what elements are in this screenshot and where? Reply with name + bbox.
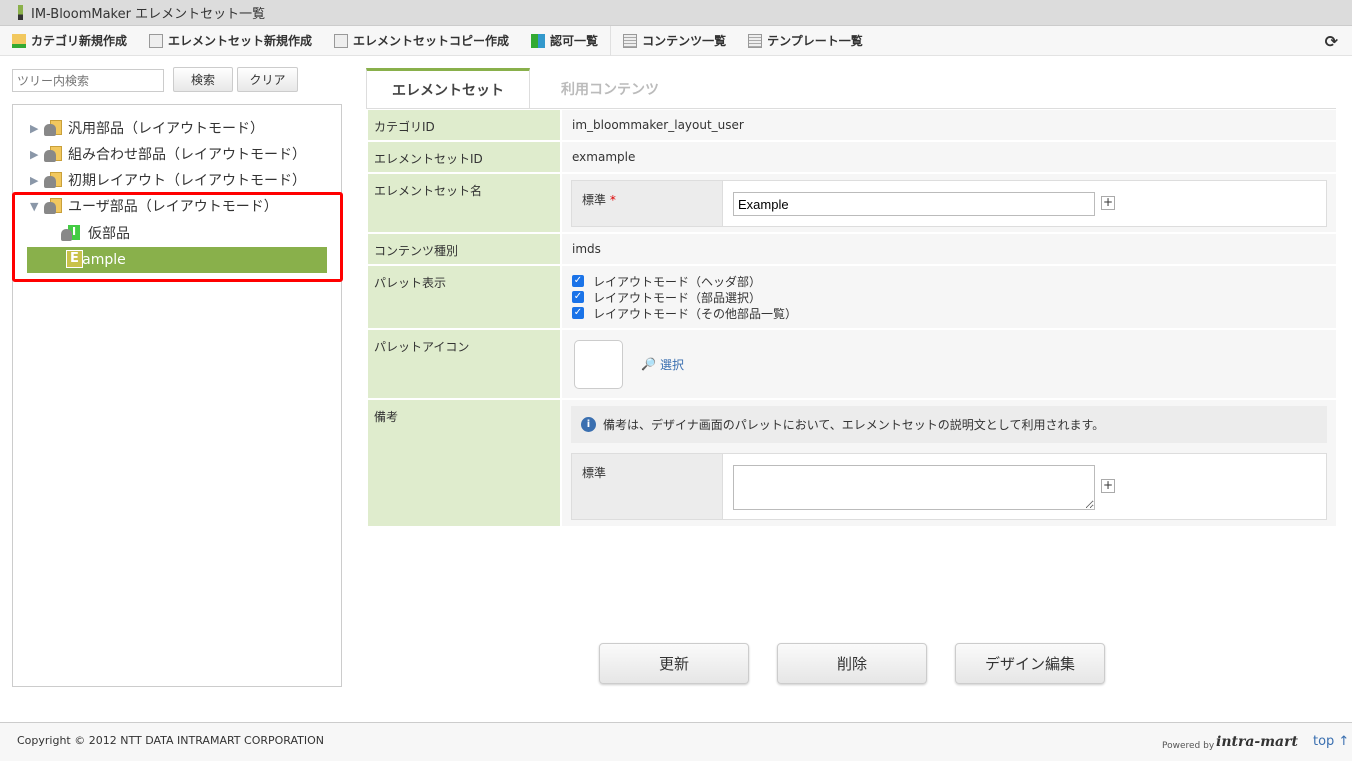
row-content-type: コンテンツ種別 imds	[368, 234, 1336, 264]
locked-folder-icon	[42, 145, 64, 163]
expand-icon[interactable]: ▶	[30, 148, 42, 161]
window-title: IM-BloomMaker エレメントセット一覧	[31, 7, 266, 22]
authorization-list-button[interactable]: 認可一覧	[531, 32, 598, 49]
footer: Copyright © 2012 NTT DATA INTRAMART CORP…	[0, 722, 1352, 761]
folder-add-icon	[12, 33, 26, 48]
content-list-button[interactable]: コンテンツ一覧	[623, 32, 726, 49]
blocks-icon	[531, 33, 546, 48]
locked-folder-icon	[42, 171, 64, 189]
set-name-input[interactable]	[733, 192, 1095, 216]
search-button[interactable]: 検索	[173, 67, 233, 92]
title-bar: IM-BloomMaker エレメントセット一覧	[0, 0, 1352, 26]
copyright: Copyright © 2012 NTT DATA INTRAMART CORP…	[17, 734, 325, 747]
tree-node[interactable]: ▶ 組み合わせ部品（レイアウトモード）	[30, 142, 306, 166]
copy-icon	[334, 33, 349, 48]
tree-node[interactable]: ▶ 汎用部品（レイアウトモード）	[30, 116, 264, 140]
info-message: i 備考は、デザイナ画面のパレットにおいて、エレメントセットの説明文として利用され…	[571, 406, 1327, 443]
row-set-name: エレメントセット名 標準 *+	[368, 174, 1336, 232]
magnifier-icon[interactable]: 🔎	[641, 357, 656, 371]
clear-button[interactable]: クリア	[237, 67, 298, 92]
update-button[interactable]: 更新	[599, 643, 749, 684]
copy-element-set-button[interactable]: エレメントセットコピー作成	[334, 32, 509, 49]
top-link[interactable]: top ↑	[1313, 734, 1349, 749]
intra-mart-logo: intra-mart	[1216, 734, 1298, 750]
palette-checkbox[interactable]: ✓ レイアウトモード（ヘッダ部）	[572, 273, 1326, 289]
tab-element-set[interactable]: エレメントセット	[366, 68, 530, 109]
highlight-box	[12, 192, 343, 282]
toolbar: カテゴリ新規作成 エレメントセット新規作成 エレメントセットコピー作成 認可一覧…	[0, 25, 1352, 56]
palette-checkbox[interactable]: ✓ レイアウトモード（その他部品一覧）	[572, 305, 1326, 321]
tab-used-contents[interactable]: 利用コンテンツ	[530, 68, 690, 109]
new-element-set-button[interactable]: エレメントセット新規作成	[149, 32, 312, 49]
row-set-id: エレメントセットID exmample	[368, 142, 1336, 172]
tree-node[interactable]: ▶ 初期レイアウト（レイアウトモード）	[30, 168, 306, 192]
app-icon	[18, 5, 23, 20]
row-palette-icon: パレットアイコン 🔎 選択	[368, 330, 1336, 398]
row-category-id: カテゴリID im_bloommaker_layout_user	[368, 110, 1336, 140]
list-icon	[748, 33, 763, 48]
select-icon-link[interactable]: 選択	[660, 356, 684, 373]
divider	[366, 108, 1336, 109]
refresh-icon[interactable]: ⟳	[1325, 32, 1338, 51]
add-locale-button[interactable]: +	[1101, 196, 1115, 210]
info-icon: i	[581, 417, 596, 432]
delete-button[interactable]: 削除	[777, 643, 927, 684]
palette-checkbox[interactable]: ✓ レイアウトモード（部品選択）	[572, 289, 1326, 305]
design-edit-button[interactable]: デザイン編集	[955, 643, 1105, 684]
tree-search-input[interactable]	[12, 69, 164, 92]
expand-icon[interactable]: ▶	[30, 122, 42, 135]
icon-preview	[574, 339, 623, 389]
divider	[610, 25, 612, 56]
expand-icon[interactable]: ▶	[30, 174, 42, 187]
row-palette: パレット表示 ✓ レイアウトモード（ヘッダ部） ✓ レイアウトモード（部品選択） ✓…	[368, 266, 1336, 328]
list-icon	[623, 33, 638, 48]
note-textarea[interactable]	[733, 465, 1095, 510]
row-note: 備考 i 備考は、デザイナ画面のパレットにおいて、エレメントセットの説明文として利…	[368, 400, 1336, 526]
template-list-button[interactable]: テンプレート一覧	[748, 32, 863, 49]
locked-folder-icon	[42, 119, 64, 137]
add-locale-button[interactable]: +	[1101, 479, 1115, 493]
document-add-icon	[149, 33, 164, 48]
new-category-button[interactable]: カテゴリ新規作成	[12, 32, 127, 49]
